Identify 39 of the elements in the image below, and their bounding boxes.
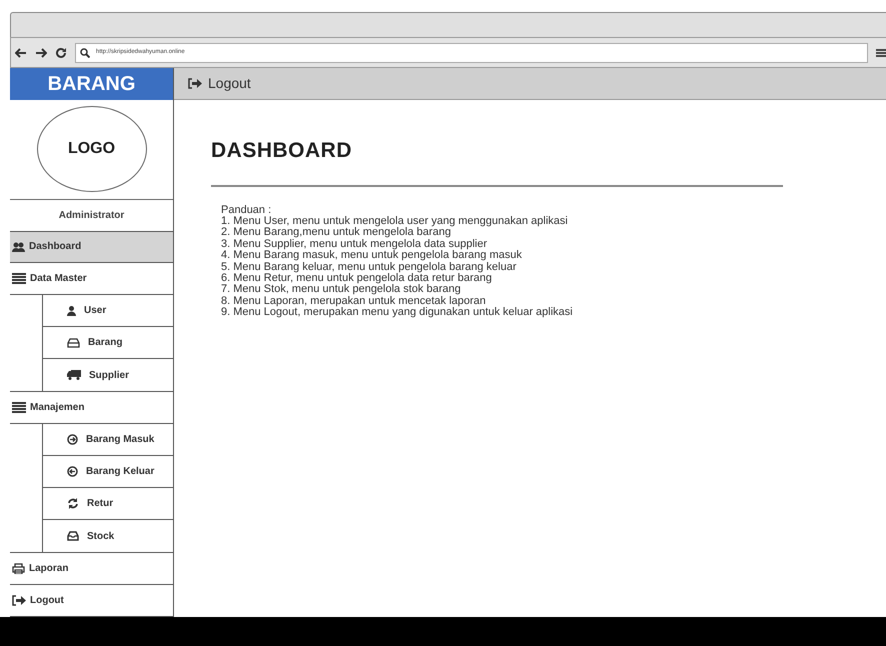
sidebar-subitem[interactable]: User (42, 295, 173, 328)
user-icon (67, 306, 76, 316)
printer-icon (12, 563, 25, 574)
guide-item: 2. Menu Barang,menu untuk mengelola barang (221, 227, 451, 239)
guide-item: 8. Menu Laporan, merupakan untuk mencetak laporan (221, 296, 487, 307)
list-icon (12, 273, 26, 284)
guide-item: 4. Menu Barang masuk, menu untuk pengelola barang masuk (221, 250, 523, 262)
page-title: DASHBOARD (211, 138, 353, 164)
sidebar-subitem[interactable]: Barang Keluar (42, 456, 173, 488)
sidebar-subitem[interactable]: Barang Masuk (42, 424, 173, 456)
guide-item: 9. Menu Logout, merupakan menu yang digunakan untuk keluar aplikasi (221, 307, 574, 319)
logo-text: LOGO (68, 139, 116, 160)
inbox-icon (67, 531, 79, 542)
list-icon (12, 402, 26, 414)
reload-icon[interactable] (55, 46, 67, 58)
sidebar-item[interactable]: Dashboard (10, 232, 173, 264)
back-icon[interactable] (15, 48, 27, 58)
logout-link[interactable]: Logout (188, 73, 251, 94)
sidebar-subitem[interactable]: Barang (42, 327, 173, 360)
forward-icon[interactable] (35, 48, 47, 58)
guide-item: 3. Menu Supplier, menu untuk mengelola data supplier (221, 238, 488, 250)
truck-icon (67, 370, 81, 380)
guide-item: 1. Menu User, menu untuk mengelola user yang menggunakan aplikasi (221, 216, 569, 227)
search-icon (80, 48, 90, 58)
arrow-circle-icon (67, 434, 78, 446)
guide-heading: Panduan : (221, 204, 272, 216)
logout-icon (12, 595, 26, 606)
people-icon (12, 242, 25, 252)
guide-item: 5. Menu Barang keluar, menu untuk pengelola barang keluar (221, 262, 518, 273)
arrow-circle-icon (67, 466, 78, 478)
sidebar-subitem[interactable]: Retur (42, 488, 173, 520)
menu-icon[interactable] (876, 48, 886, 58)
user-role: Administrator (58, 208, 124, 223)
refresh-icon (67, 498, 79, 510)
guide-item: 6. Menu Retur, menu untuk pengelola data retur barang (221, 272, 493, 284)
logout-icon (188, 78, 202, 89)
tray-icon (67, 338, 80, 348)
brand-title: BARANG (10, 68, 173, 100)
guide-item: 7. Menu Stok, menu untuk pengelola stok barang (221, 284, 461, 296)
